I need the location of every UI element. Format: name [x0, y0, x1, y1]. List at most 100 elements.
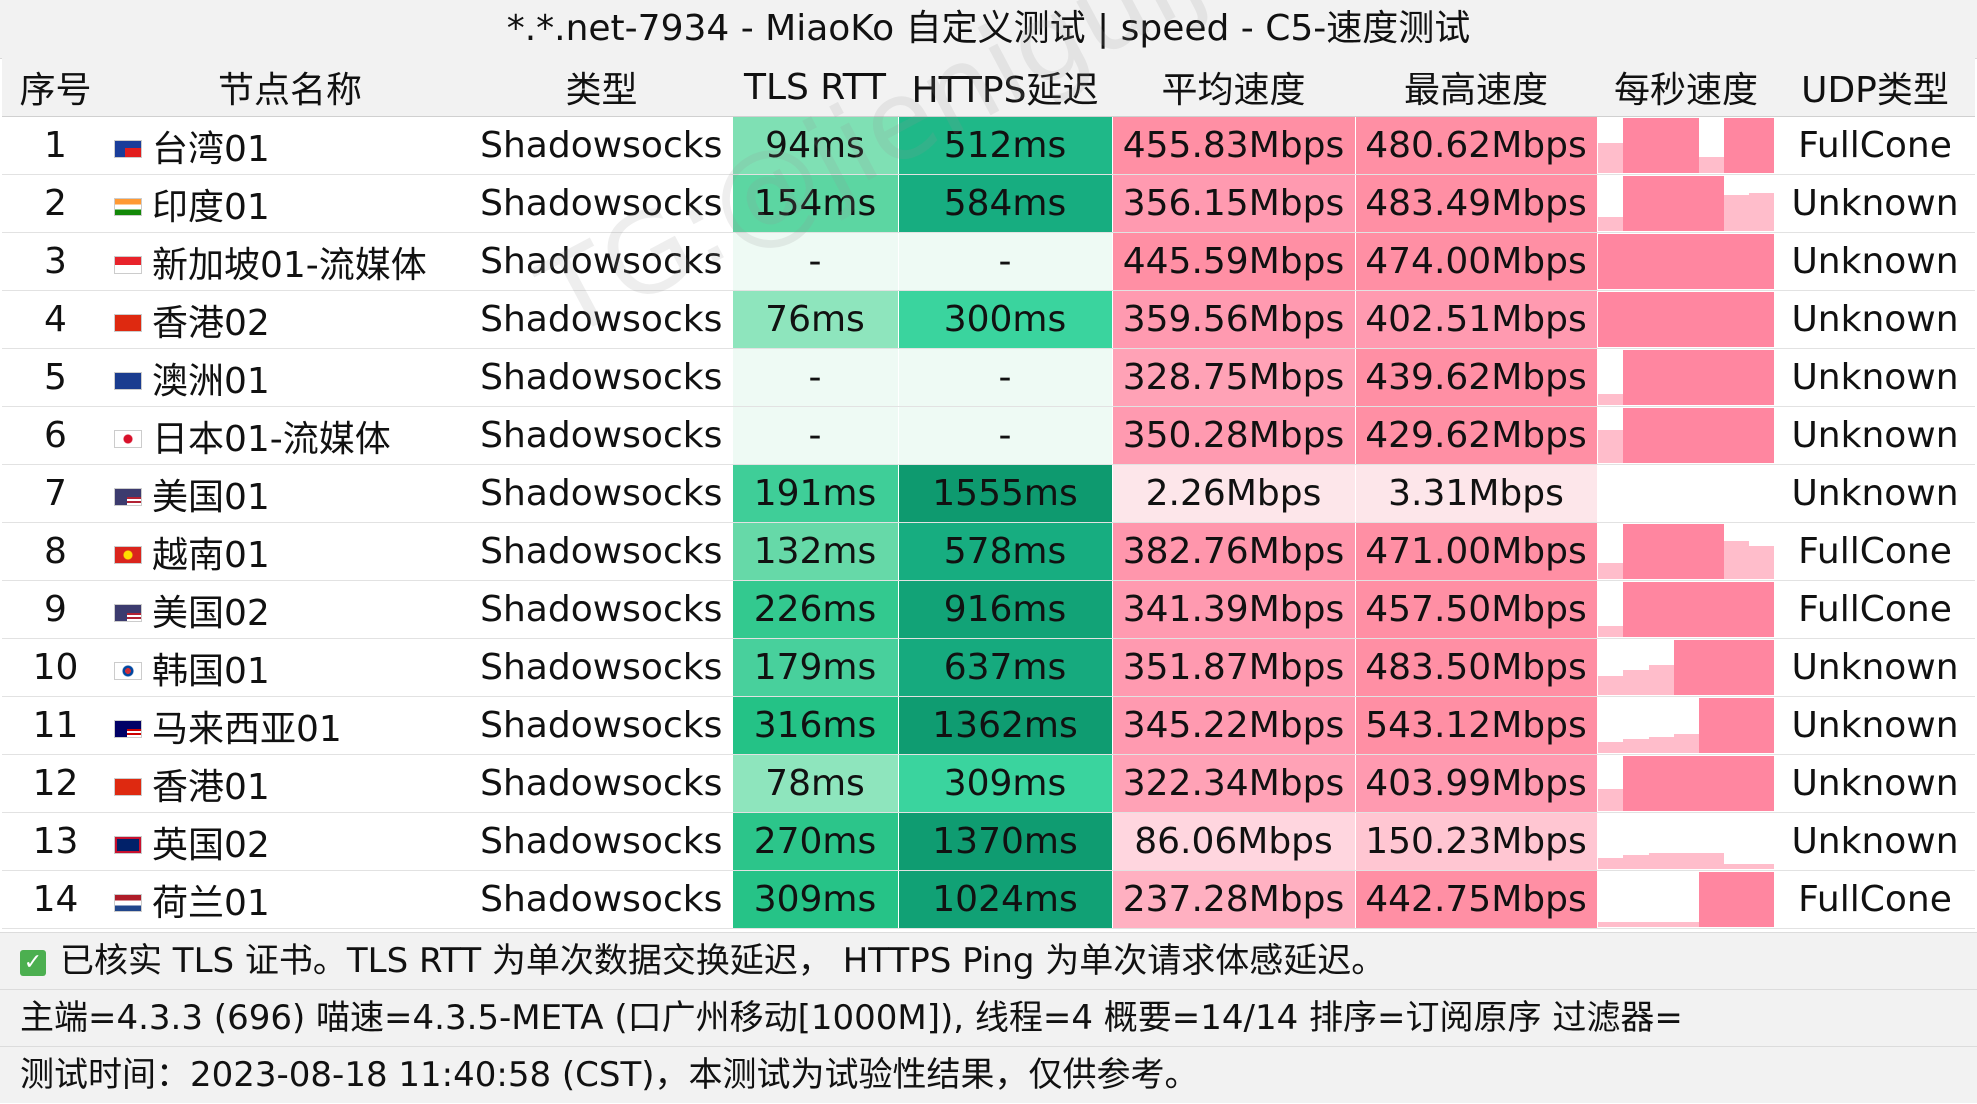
cell-node-name: 美国02 — [109, 580, 471, 639]
cell-node-name: 日本01-流媒体 — [109, 406, 471, 465]
cell-per-second-speed — [1597, 522, 1775, 581]
cell-tls-rtt: 270ms — [731, 812, 899, 871]
cell-type: Shadowsocks — [471, 754, 732, 813]
cell-index: 8 — [2, 522, 109, 581]
speed-bar — [1598, 394, 1624, 405]
cell-per-second-speed — [1597, 696, 1775, 755]
india-flag — [114, 197, 142, 216]
cell-tls-rtt: 76ms — [731, 290, 899, 349]
node-name-text: 印度01 — [152, 186, 270, 228]
speed-bar — [1648, 524, 1674, 579]
cell-per-second-speed — [1597, 464, 1775, 523]
speed-bar — [1723, 234, 1750, 289]
speed-bar — [1623, 524, 1649, 579]
col-header-per-second-speed: 每秒速度 — [1597, 58, 1775, 117]
node-name-text: 英国02 — [152, 824, 270, 866]
singapore-flag — [114, 255, 142, 274]
speed-bar — [1648, 664, 1674, 695]
table-row: 13 英国02 Shadowsocks 270ms 1370ms 86.06Mbps 150… — [2, 812, 1975, 871]
speed-bar — [1648, 350, 1674, 405]
speed-bar — [1623, 118, 1649, 173]
speed-bar — [1723, 582, 1750, 637]
cell-index: 14 — [2, 870, 109, 929]
col-header-https-latency: HTTPS延迟 — [898, 58, 1112, 117]
speed-bar — [1723, 195, 1750, 231]
speed-bar — [1673, 733, 1699, 753]
cell-https-latency: 1555ms — [897, 464, 1113, 523]
speed-bar — [1623, 234, 1649, 289]
cell-tls-rtt: - — [731, 348, 899, 407]
speed-bar — [1673, 234, 1699, 289]
speed-bar — [1698, 234, 1724, 289]
cell-max-speed: 3.31Mbps — [1354, 464, 1598, 523]
speed-bar — [1598, 626, 1624, 637]
taiwan-flag — [114, 139, 142, 158]
speed-bar — [1648, 852, 1674, 869]
cell-index: 10 — [2, 638, 109, 697]
speed-bar — [1673, 118, 1699, 173]
speed-sparkline — [1598, 408, 1775, 463]
speed-bar — [1623, 350, 1649, 405]
cell-tls-rtt: 132ms — [731, 522, 899, 581]
speed-bar — [1598, 921, 1624, 927]
speed-sparkline — [1598, 582, 1775, 637]
cell-udp-type: FullCone — [1775, 580, 1975, 639]
table-row: 9 美国02 Shadowsocks 226ms 916ms 341.39Mbps 457.… — [2, 580, 1975, 639]
japan-flag — [114, 429, 142, 448]
speed-bar — [1723, 408, 1750, 463]
cell-type: Shadowsocks — [471, 116, 732, 175]
speed-bar — [1749, 872, 1775, 927]
speed-bar — [1749, 546, 1775, 579]
speed-bar — [1749, 118, 1775, 173]
speed-bar — [1698, 292, 1724, 347]
speed-bar — [1673, 408, 1699, 463]
speed-bar — [1598, 217, 1624, 231]
cell-node-name: 英国02 — [109, 812, 471, 871]
malaysia-flag — [114, 719, 142, 738]
cell-avg-speed: 356.15Mbps — [1111, 174, 1356, 233]
speed-bar — [1598, 675, 1624, 695]
cell-tls-rtt: 94ms — [731, 116, 899, 175]
speed-sparkline — [1598, 640, 1775, 695]
cell-max-speed: 480.62Mbps — [1354, 116, 1598, 175]
cell-https-latency: - — [897, 406, 1113, 465]
speed-bar — [1623, 582, 1649, 637]
speed-sparkline — [1598, 176, 1775, 231]
col-header-max-speed: 最高速度 — [1355, 58, 1597, 117]
speed-bar — [1598, 858, 1624, 869]
table-row: 14 荷兰01 Shadowsocks 309ms 1024ms 237.28Mbps 44… — [2, 870, 1975, 929]
speed-bar — [1749, 292, 1775, 347]
speed-bar — [1698, 524, 1724, 579]
node-name-text: 香港01 — [152, 766, 270, 808]
cell-per-second-speed — [1597, 348, 1775, 407]
speed-bar — [1723, 640, 1750, 695]
speed-bar — [1648, 176, 1674, 231]
speed-bar — [1623, 756, 1649, 811]
speed-sparkline — [1598, 698, 1775, 753]
speed-bar — [1723, 698, 1750, 753]
speed-sparkline — [1598, 872, 1775, 927]
cell-max-speed: 402.51Mbps — [1354, 290, 1598, 349]
col-header-avg-speed: 平均速度 — [1112, 58, 1355, 117]
node-name-text: 越南01 — [152, 534, 270, 576]
checkmark-icon: ✓ — [20, 949, 46, 976]
node-name-text: 香港02 — [152, 302, 270, 344]
speed-bar — [1673, 640, 1699, 695]
speed-bar — [1749, 698, 1775, 753]
speed-bar — [1673, 582, 1699, 637]
cell-avg-speed: 382.76Mbps — [1111, 522, 1356, 581]
node-name-text: 韩国01 — [152, 650, 270, 692]
cell-node-name: 荷兰01 — [109, 870, 471, 929]
cell-index: 7 — [2, 464, 109, 523]
speed-bar — [1623, 176, 1649, 231]
cell-max-speed: 442.75Mbps — [1354, 870, 1598, 929]
cell-node-name: 马来西亚01 — [109, 696, 471, 755]
speed-bar — [1723, 350, 1750, 405]
cell-https-latency: 1362ms — [897, 696, 1113, 755]
speedtest-report: *.*.net-7934 - MiaoKo 自定义测试 | speed - C5… — [0, 0, 1977, 1104]
node-name-text: 日本01-流媒体 — [152, 418, 391, 460]
cell-node-name: 越南01 — [109, 522, 471, 581]
cell-https-latency: 1370ms — [897, 812, 1113, 871]
cell-type: Shadowsocks — [471, 870, 732, 929]
cell-index: 9 — [2, 580, 109, 639]
